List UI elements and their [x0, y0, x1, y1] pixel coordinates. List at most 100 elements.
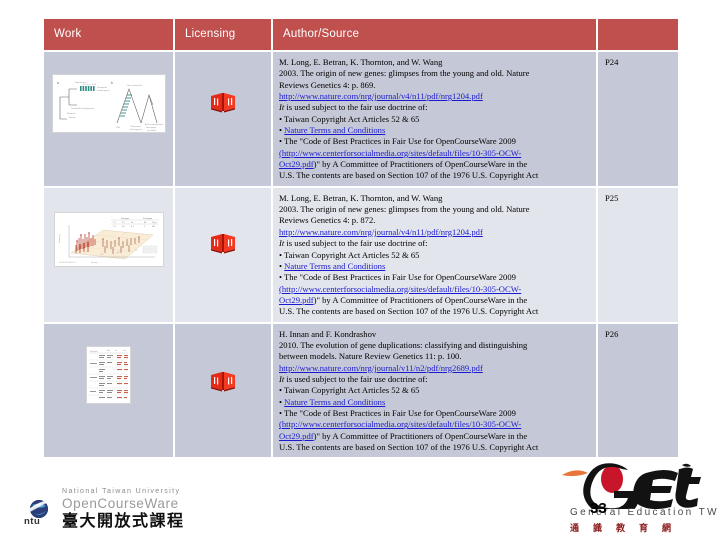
- nature-terms-link[interactable]: Nature Terms and Conditions: [284, 397, 385, 407]
- table-row: a b Sophophora N ≈ 6 p < 0.05 Drosophila…: [44, 52, 678, 186]
- fair-use-bullet-3-line1: • The "Code of Best Practices in Fair Us…: [279, 136, 516, 147]
- fair-use-bullet-2: • Nature Terms and Conditions: [279, 125, 592, 136]
- ocw-code-url-line2: Oct29.pdf)" by A Committee of Practition…: [279, 431, 592, 442]
- slide-number: 33: [590, 500, 607, 517]
- svg-text:Drosophila (Sophophora): Drosophila (Sophophora): [71, 107, 95, 110]
- svg-text:melanogaster: melanogaster: [130, 128, 142, 131]
- figure-thumbnail-phylogenetic-tree: a b Sophophora N ≈ 6 p < 0.05 Drosophila…: [51, 74, 166, 133]
- svg-text:Fix: Fix: [115, 350, 117, 352]
- licensing-cell: [175, 187, 271, 322]
- svg-text:Gene duplication: Gene duplication: [127, 84, 142, 87]
- fair-use-bullet-3-line1: • The "Code of Best Practices in Fair Us…: [279, 407, 516, 418]
- source-citation-2: between models. Nature Review Genetics 1…: [279, 351, 462, 362]
- svg-text:450: 450: [152, 226, 155, 228]
- svg-text:aDH: aDH: [116, 127, 121, 129]
- svg-text:3.2: 3.2: [122, 222, 125, 224]
- fair-use-rest: is used subject to the fair use doctrine…: [284, 238, 428, 249]
- column-header-page: [598, 19, 678, 50]
- svg-text:0.0 0.2 0.4 0.6 0.8 1.0: 0.0 0.2 0.4 0.6 0.8 1.0: [59, 262, 75, 264]
- ntu-ocw-name: OpenCourseWare: [62, 496, 179, 511]
- source-cell: H. Innan and F. Kondrashov 2010. The evo…: [273, 323, 596, 458]
- ocw-code-url-line2: Oct29.pdf)" by A Committee of Practition…: [279, 295, 592, 306]
- fair-use-intro: It is used subject to the fair use doctr…: [279, 102, 592, 113]
- source-citation-1: 2003. The origin of new genes: glimpses …: [279, 68, 530, 79]
- svg-text:on models: on models: [147, 130, 156, 132]
- svg-text:1 2: 1 2: [113, 222, 116, 224]
- ntu-ocw-logo: ntu National Taiwan University OpenCours…: [22, 487, 222, 531]
- ocw-code-link-cont[interactable]: Oct29.pdf: [279, 295, 314, 305]
- svg-text:Chimpanzee: Chimpanzee: [130, 126, 142, 128]
- table-row: Genotype Phenotype 1 2 3.2 10 48 2 yes 1 4 4.6…: [44, 187, 678, 322]
- source-authors: M. Long, E. Betran, K. Thornton, and W. …: [279, 192, 443, 203]
- ntu-ocw-name-chinese: 臺大開放式課程: [62, 511, 185, 530]
- svg-text:2 yes: 2 yes: [152, 222, 157, 224]
- fair-use-bullet-2: • Nature Terms and Conditions: [279, 261, 592, 272]
- svg-text:0.1: 0.1: [131, 226, 134, 228]
- source-url-link[interactable]: http://www.nature.com/nrg/journal/v4/n11…: [279, 91, 483, 101]
- ocw-code-link[interactable]: http://www.centerforsocialmedia.org/site…: [282, 284, 521, 294]
- work-cell: Mechanism Rate Fix Loss: [44, 323, 173, 458]
- source-citation-2: Reviews Genetics 4: p. 869.: [279, 79, 376, 90]
- nature-terms-link[interactable]: Nature Terms and Conditions: [284, 261, 385, 271]
- source-authors: H. Innan and F. Kondrashov: [279, 328, 377, 339]
- ocw-code-link-cont[interactable]: Oct29.pdf: [279, 431, 314, 441]
- svg-text:1: 1: [144, 226, 145, 228]
- get-subtitle-chinese: 通識教育網: [570, 524, 686, 534]
- svg-text:48: 48: [144, 222, 146, 224]
- figure-thumbnail-3d-scatter-plot: Genotype Phenotype 1 2 3.2 10 48 2 yes 1 4 4.6…: [53, 211, 164, 267]
- svg-text:Loss: Loss: [123, 350, 126, 352]
- svg-text:melanogaster: melanogaster: [97, 89, 110, 92]
- svg-text:Mosquito: Mosquito: [67, 112, 76, 115]
- ntu-wordmark: ntu: [24, 516, 41, 527]
- work-cell: Genotype Phenotype 1 2 3.2 10 48 2 yes 1 4 4.6…: [44, 187, 173, 322]
- svg-text:Phenotype: Phenotype: [143, 217, 152, 220]
- svg-text:N ≈ 6 p < 0.05: N ≈ 6 p < 0.05: [83, 83, 97, 86]
- nature-terms-link[interactable]: Nature Terms and Conditions: [284, 125, 385, 135]
- source-authors: M. Long, E. Betran, K. Thornton, and W. …: [279, 57, 443, 67]
- licensing-cell: [175, 323, 271, 458]
- column-header-work: Work: [44, 19, 173, 50]
- ocw-code-link[interactable]: http://www.centerforsocialmedia.org/site…: [282, 148, 521, 158]
- ocw-code-link-cont[interactable]: Oct29.pdf: [279, 159, 314, 169]
- svg-text:Human: Human: [69, 117, 77, 119]
- red-open-book-icon: [210, 232, 236, 254]
- svg-text:b: b: [111, 81, 113, 85]
- ocw-code-url-line1: (http://www.centerforsocialmedia.org/sit…: [279, 419, 592, 430]
- fair-use-bullet-3-line3: U.S. The contents are based on Section 1…: [279, 442, 539, 452]
- column-header-source: Author/Source: [273, 19, 596, 50]
- ntu-logo-text: National Taiwan University OpenCourseWar…: [62, 487, 185, 530]
- svg-text:1.0: 1.0: [135, 250, 137, 252]
- svg-text:1 4: 1 4: [113, 226, 116, 228]
- source-citation-1: 2003. The origin of new genes: glimpses …: [279, 204, 530, 215]
- fair-use-bullet-3-line3: U.S. The contents are based on Section 1…: [279, 170, 539, 181]
- fair-use-bullet-3-line1: • The "Code of Best Practices in Fair Us…: [279, 272, 516, 283]
- red-open-book-icon: [210, 370, 236, 392]
- svg-text:Drosophila: Drosophila: [97, 86, 108, 89]
- column-header-licensing: Licensing: [175, 19, 271, 50]
- fair-use-bullet-1: • Taiwan Copyright Act Articles 52 & 65: [279, 113, 420, 124]
- source-url-link[interactable]: http://www.nature.com/nrg/journal/v4/n11…: [279, 227, 483, 237]
- ocw-code-url-line2: Oct29.pdf)" by A Committee of Practition…: [279, 159, 592, 170]
- fair-use-intro: It is used subject to the fair use doctr…: [279, 374, 592, 385]
- source-cell: M. Long, E. Betran, K. Thornton, and W. …: [273, 52, 596, 186]
- work-cell: a b Sophophora N ≈ 6 p < 0.05 Drosophila…: [44, 52, 173, 186]
- source-url-link[interactable]: http://www.nature.com/nrg/journal/v11/n2…: [279, 363, 483, 373]
- fair-use-rest: is used subject to the fair use doctrine…: [284, 373, 428, 384]
- ocw-code-url-line1: (http://www.centerforsocialmedia.org/sit…: [279, 148, 592, 159]
- fair-use-intro: It is used subject to the fair use doctr…: [279, 238, 592, 249]
- ocw-code-link[interactable]: http://www.centerforsocialmedia.org/site…: [282, 419, 521, 429]
- svg-text:Genotyping: Genotyping: [146, 126, 156, 129]
- svg-text:Genotype: Genotype: [121, 217, 129, 220]
- bullet3-rest: )" by A Committee of Practitioners of Op…: [313, 430, 528, 441]
- svg-text:0.5: 0.5: [117, 252, 119, 254]
- source-citation-2: Reviews Genetics 4: p. 872.: [279, 215, 376, 226]
- page-reference-cell: P25: [598, 187, 678, 322]
- fair-use-rest: is used subject to the fair use doctrine…: [284, 102, 428, 113]
- table-row: Mechanism Rate Fix Loss H. Innan and F. …: [44, 323, 678, 458]
- fair-use-bullet-1: • Taiwan Copyright Act Articles 52 & 65: [279, 249, 420, 260]
- get-brush-logo-icon: [562, 463, 701, 518]
- fair-use-bullet-3-line3: U.S. The contents are based on Section 1…: [279, 306, 539, 317]
- source-cell: M. Long, E. Betran, K. Thornton, and W. …: [273, 187, 596, 322]
- get-general-education-logo: General Education TW 通識教育網: [560, 463, 718, 535]
- license-attribution-table: Work Licensing Author/Source a b Sophoph…: [42, 17, 680, 459]
